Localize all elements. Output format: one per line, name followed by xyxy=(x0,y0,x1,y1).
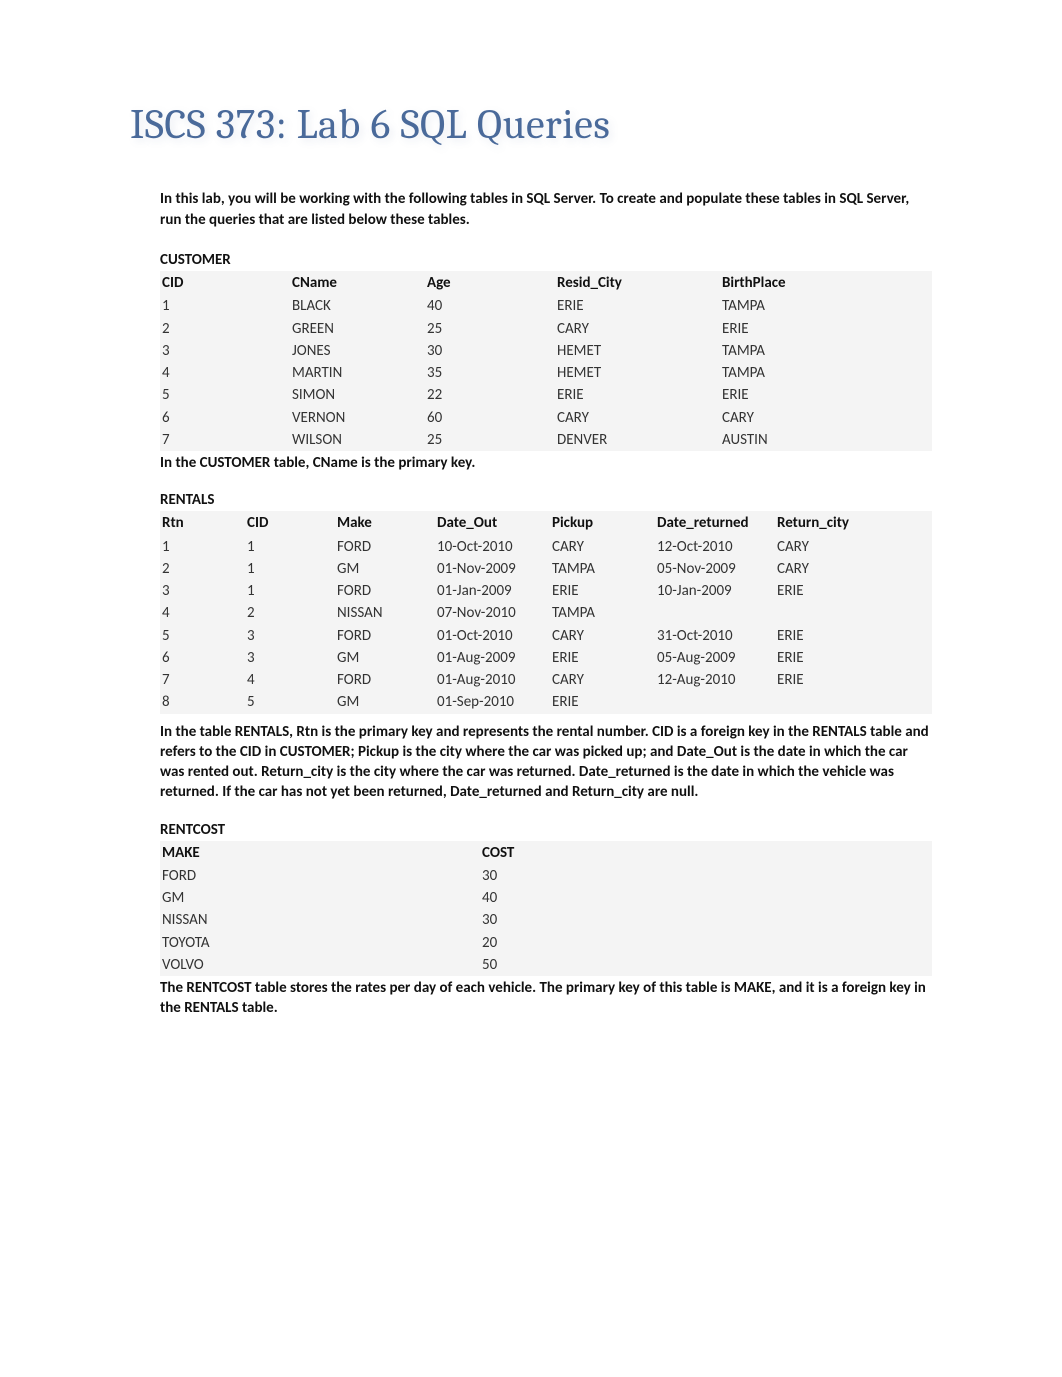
table-row: 6 3 GM 01-Aug-2009 ERIE 05-Aug-2009 ERIE xyxy=(160,647,932,669)
rentcost-heading: RENTCOST xyxy=(160,821,932,839)
table-row: NISSAN 30 xyxy=(160,909,932,931)
table-row: TOYOTA 20 xyxy=(160,932,932,954)
table-row: 3 1 FORD 01-Jan-2009 ERIE 10-Jan-2009 ER… xyxy=(160,580,932,602)
table-row: 5 SIMON 22 ERIE ERIE xyxy=(160,384,932,406)
table-row: 1 1 FORD 10-Oct-2010 CARY 12-Oct-2010 CA… xyxy=(160,536,932,558)
customer-table: CID CName Age Resid_City BirthPlace 1 BL… xyxy=(160,271,932,451)
rentcost-table: MAKE COST FORD 30 GM 40 NISSAN 30 TOYOTA… xyxy=(160,841,932,977)
rentcost-note: The RENTCOST table stores the rates per … xyxy=(160,978,932,1019)
table-row: 4 MARTIN 35 HEMET TAMPA xyxy=(160,362,932,384)
rentals-header: Pickup xyxy=(550,511,655,535)
rentals-heading: RENTALS xyxy=(160,491,932,509)
rentals-table: Rtn CID Make Date_Out Pickup Date_return… xyxy=(160,511,932,713)
table-row: 1 BLACK 40 ERIE TAMPA xyxy=(160,295,932,317)
intro-paragraph: In this lab, you will be working with th… xyxy=(160,189,932,231)
rentcost-header: COST xyxy=(480,841,932,865)
table-row: 6 VERNON 60 CARY CARY xyxy=(160,407,932,429)
table-row: 7 WILSON 25 DENVER AUSTIN xyxy=(160,429,932,451)
table-row: 2 1 GM 01-Nov-2009 TAMPA 05-Nov-2009 CAR… xyxy=(160,558,932,580)
customer-header: CID xyxy=(160,271,290,295)
rentals-header: CID xyxy=(245,511,335,535)
table-row: 4 2 NISSAN 07-Nov-2010 TAMPA xyxy=(160,602,932,624)
page-title: ISCS 373: Lab 6 SQL Queries xyxy=(130,100,932,149)
table-row: GM 40 xyxy=(160,887,932,909)
customer-header: Resid_City xyxy=(555,271,720,295)
table-row: FORD 30 xyxy=(160,865,932,887)
table-row: 3 JONES 30 HEMET TAMPA xyxy=(160,340,932,362)
rentals-header: Rtn xyxy=(160,511,245,535)
rentals-note: In the table RENTALS, Rtn is the primary… xyxy=(160,722,932,803)
table-row: 5 3 FORD 01-Oct-2010 CARY 31-Oct-2010 ER… xyxy=(160,625,932,647)
rentals-header: Date_Out xyxy=(435,511,550,535)
customer-header: BirthPlace xyxy=(720,271,932,295)
customer-header: Age xyxy=(425,271,555,295)
table-row: 7 4 FORD 01-Aug-2010 CARY 12-Aug-2010 ER… xyxy=(160,669,932,691)
table-row: 8 5 GM 01-Sep-2010 ERIE xyxy=(160,691,932,713)
customer-note: In the CUSTOMER table, CName is the prim… xyxy=(160,453,932,473)
rentals-header: Make xyxy=(335,511,435,535)
rentals-header: Date_returned xyxy=(655,511,775,535)
table-row: 2 GREEN 25 CARY ERIE xyxy=(160,318,932,340)
rentcost-header: MAKE xyxy=(160,841,480,865)
customer-heading: CUSTOMER xyxy=(160,251,932,269)
customer-header: CName xyxy=(290,271,425,295)
table-row: VOLVO 50 xyxy=(160,954,932,976)
rentals-header: Return_city xyxy=(775,511,932,535)
